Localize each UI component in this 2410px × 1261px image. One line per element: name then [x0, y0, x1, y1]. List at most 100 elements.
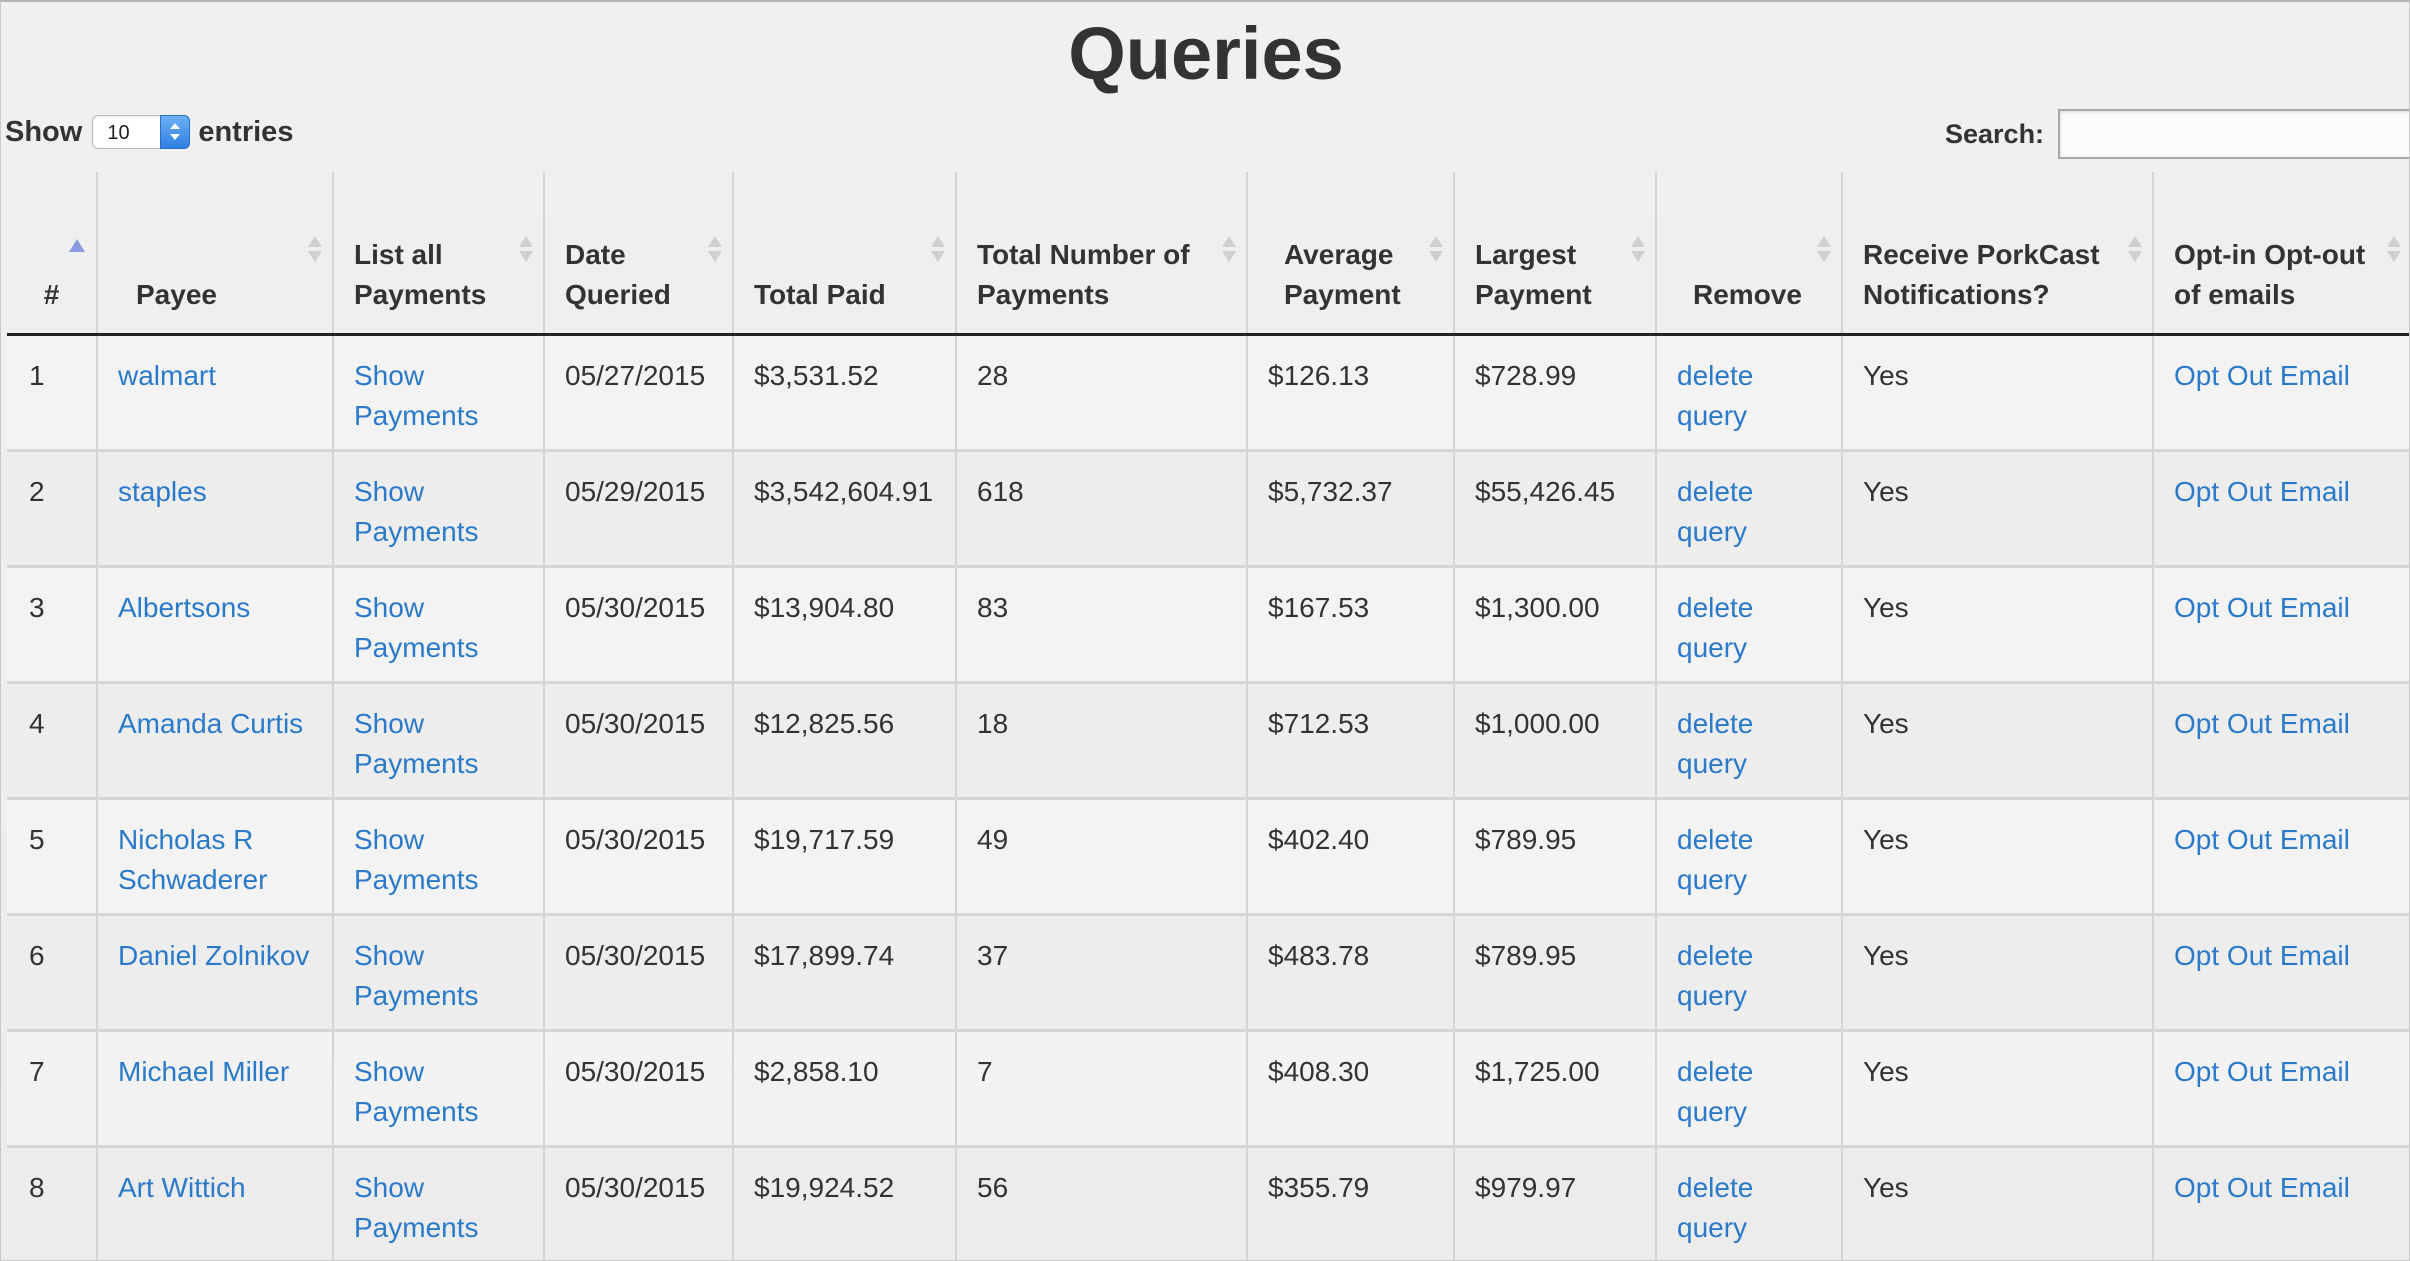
list-payments-cell: Show Payments [332, 1146, 544, 1260]
notifications-status: Yes [1841, 334, 2153, 452]
average-payment: $408.30 [1246, 1030, 1454, 1148]
delete-query-link[interactable]: delete query [1677, 476, 1753, 547]
sort-icon [2387, 236, 2401, 266]
show-payments-link[interactable]: Show Payments [354, 592, 479, 663]
total-paid: $3,542,604.91 [732, 450, 956, 568]
largest-payment: $789.95 [1453, 798, 1656, 916]
average-payment: $483.78 [1246, 914, 1454, 1032]
opt-out-email-link[interactable]: Opt Out Email [2174, 940, 2350, 971]
notifications-status: Yes [1841, 1146, 2153, 1260]
opt-out-cell: Opt Out Email [2152, 682, 2409, 800]
opt-out-email-link[interactable]: Opt Out Email [2174, 1056, 2350, 1087]
largest-payment: $1,000.00 [1453, 682, 1656, 800]
sort-icon [708, 236, 722, 266]
table-row: 2 staples Show Payments 05/29/2015 $3,54… [7, 450, 2409, 568]
sort-ascending-icon [69, 239, 85, 252]
date-queried: 05/29/2015 [543, 450, 733, 568]
app-window: Queries Show 10 entries Search: # Payee … [0, 0, 2410, 1261]
opt-out-email-link[interactable]: Opt Out Email [2174, 476, 2350, 507]
column-header-total-number-of-payments[interactable]: Total Number of Payments [955, 172, 1247, 336]
payee-link[interactable]: Daniel Zolnikov [118, 940, 309, 971]
payee-link[interactable]: Amanda Curtis [118, 708, 303, 739]
delete-query-link[interactable]: delete query [1677, 1172, 1753, 1243]
delete-query-link[interactable]: delete query [1677, 360, 1753, 431]
opt-out-email-link[interactable]: Opt Out Email [2174, 360, 2350, 391]
date-queried: 05/30/2015 [543, 914, 733, 1032]
column-header-receive-notifications[interactable]: Receive PorkCast Notifications? [1841, 172, 2153, 336]
delete-query-link[interactable]: delete query [1677, 708, 1753, 779]
payee-link[interactable]: staples [118, 476, 207, 507]
payee-link[interactable]: Michael Miller [118, 1056, 289, 1087]
column-header-largest-payment[interactable]: Largest Payment [1453, 172, 1656, 336]
opt-out-email-link[interactable]: Opt Out Email [2174, 824, 2350, 855]
show-payments-link[interactable]: Show Payments [354, 1172, 479, 1243]
column-header-remove[interactable]: Remove [1655, 172, 1842, 336]
notifications-status: Yes [1841, 682, 2153, 800]
show-payments-link[interactable]: Show Payments [354, 940, 479, 1011]
delete-query-link[interactable]: delete query [1677, 592, 1753, 663]
notifications-status: Yes [1841, 566, 2153, 684]
select-stepper-icon[interactable] [160, 115, 191, 149]
column-header-average-payment[interactable]: Average Payment [1246, 172, 1454, 336]
entries-select-value: 10 [107, 122, 130, 144]
sort-icon [1429, 236, 1443, 266]
table-row: 3 Albertsons Show Payments 05/30/2015 $1… [7, 566, 2409, 684]
payee-cell: walmart [96, 334, 333, 452]
remove-cell: delete query [1655, 1030, 1842, 1148]
total-paid: $12,825.56 [732, 682, 956, 800]
column-header-date-queried[interactable]: Date Queried [543, 172, 733, 336]
payee-cell: Daniel Zolnikov [96, 914, 333, 1032]
delete-query-link[interactable]: delete query [1677, 940, 1753, 1011]
delete-query-link[interactable]: delete query [1677, 824, 1753, 895]
total-paid: $3,531.52 [732, 334, 956, 452]
opt-out-email-link[interactable]: Opt Out Email [2174, 592, 2350, 623]
total-number-of-payments: 49 [955, 798, 1247, 916]
total-number-of-payments: 83 [955, 566, 1247, 684]
delete-query-link[interactable]: delete query [1677, 1056, 1753, 1127]
row-number: 5 [7, 798, 97, 916]
search-input[interactable] [2058, 109, 2409, 159]
column-header-total-paid[interactable]: Total Paid [732, 172, 956, 336]
list-payments-cell: Show Payments [332, 682, 544, 800]
column-header-payee[interactable]: Payee [96, 172, 333, 336]
payee-link[interactable]: walmart [118, 360, 216, 391]
sort-icon [2128, 236, 2142, 266]
payee-link[interactable]: Nicholas R Schwaderer [118, 824, 267, 895]
entries-label: entries [198, 115, 294, 148]
largest-payment: $789.95 [1453, 914, 1656, 1032]
list-payments-cell: Show Payments [332, 450, 544, 568]
column-header-list-all-payments[interactable]: List all Payments [332, 172, 544, 336]
column-header-opt-in-opt-out[interactable]: Opt-in Opt-out of emails [2152, 172, 2409, 336]
show-payments-link[interactable]: Show Payments [354, 360, 479, 431]
opt-out-email-link[interactable]: Opt Out Email [2174, 708, 2350, 739]
date-queried: 05/30/2015 [543, 1030, 733, 1148]
payee-link[interactable]: Art Wittich [118, 1172, 246, 1203]
table-row: 5 Nicholas R Schwaderer Show Payments 05… [7, 798, 2409, 916]
largest-payment: $1,725.00 [1453, 1030, 1656, 1148]
column-header-number[interactable]: # [7, 172, 97, 336]
total-paid: $2,858.10 [732, 1030, 956, 1148]
notifications-status: Yes [1841, 914, 2153, 1032]
search-label: Search: [1945, 118, 2045, 149]
remove-cell: delete query [1655, 914, 1842, 1032]
show-payments-link[interactable]: Show Payments [354, 476, 479, 547]
total-number-of-payments: 28 [955, 334, 1247, 452]
table-row: 4 Amanda Curtis Show Payments 05/30/2015… [7, 682, 2409, 800]
opt-out-cell: Opt Out Email [2152, 334, 2409, 452]
show-payments-link[interactable]: Show Payments [354, 824, 479, 895]
show-payments-link[interactable]: Show Payments [354, 1056, 479, 1127]
table-header: # Payee List all Payments Date Queried T… [7, 172, 2409, 336]
show-payments-link[interactable]: Show Payments [354, 708, 479, 779]
row-number: 2 [7, 450, 97, 568]
entries-select[interactable]: 10 [92, 115, 191, 149]
opt-out-email-link[interactable]: Opt Out Email [2174, 1172, 2350, 1203]
row-number: 1 [7, 334, 97, 452]
entries-length-control: Show 10 entries [5, 110, 293, 154]
payee-link[interactable]: Albertsons [118, 592, 250, 623]
row-number: 4 [7, 682, 97, 800]
sort-icon [1222, 236, 1236, 266]
total-paid: $19,717.59 [732, 798, 956, 916]
table-row: 7 Michael Miller Show Payments 05/30/201… [7, 1030, 2409, 1148]
payee-cell: Michael Miller [96, 1030, 333, 1148]
average-payment: $712.53 [1246, 682, 1454, 800]
